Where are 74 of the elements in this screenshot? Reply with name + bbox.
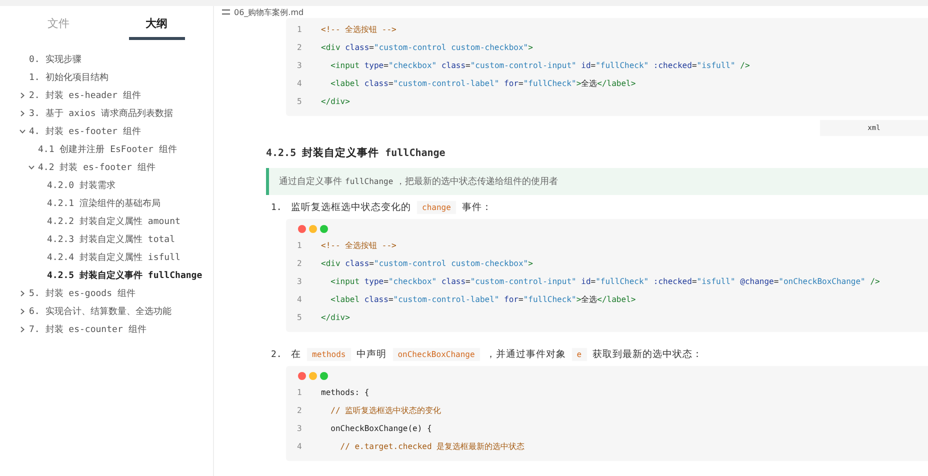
chevron-right-icon[interactable]: [19, 92, 27, 98]
outline-item[interactable]: 4.2.4 封装自定义属性 isfull: [45, 250, 180, 264]
line-number: 1: [296, 240, 303, 250]
outline-item[interactable]: 4.2.1 渲染组件的基础布局: [45, 196, 161, 210]
code-line: onCheckBoxChange(e) {: [330, 424, 432, 432]
outline-item[interactable]: 6. 实现合计、结算数量、全选功能: [27, 304, 172, 318]
code-line: </div>: [321, 312, 350, 322]
line-number: 4: [296, 442, 303, 450]
line-number: 5: [296, 96, 303, 106]
line-number: 3: [296, 60, 303, 70]
window-dots-icon: [298, 225, 328, 233]
chevron-down-icon[interactable]: [28, 164, 36, 170]
quote-text: 通过自定义事件: [279, 176, 342, 188]
outline-item[interactable]: 0. 实现步骤: [27, 52, 82, 66]
outline-item[interactable]: 5. 封装 es-goods 组件: [27, 286, 136, 300]
outline-item[interactable]: 4.2.2 封装自定义属性 amount: [45, 214, 180, 228]
line-number: 5: [296, 312, 303, 322]
inline-code: methods: [307, 348, 351, 361]
code-line: <label class="custom-control-label" for="fullCheck">全选</label>: [330, 294, 636, 304]
line-number: 3: [296, 424, 303, 432]
outline-item[interactable]: 4.2.3 封装自定义属性 total: [45, 232, 176, 246]
line-number: 2: [296, 258, 303, 268]
text: 获取到最新的选中状态：: [592, 348, 703, 361]
code-line: <!-- 全选按钮 -->: [321, 240, 396, 250]
chevron-right-icon[interactable]: [19, 326, 27, 332]
heading-number: 4.2.5: [266, 148, 296, 159]
chevron-right-icon[interactable]: [19, 110, 27, 116]
quote-code: fullChange: [344, 177, 394, 186]
outline-item[interactable]: 3. 基于 axios 请求商品列表数据: [27, 106, 174, 120]
code-line: <div class="custom-control custom-checkbox">: [321, 258, 533, 268]
quote-text: ，把最新的选中状态传递给组件的使用者: [396, 176, 558, 188]
list-number: 2.: [271, 350, 283, 360]
code-line: methods: {: [321, 388, 370, 396]
line-number: 3: [296, 276, 303, 286]
file-title: 06_购物车案例.md: [234, 6, 304, 18]
outline-item[interactable]: 4.2 封装 es-footer 组件: [36, 160, 156, 174]
outline-item[interactable]: 7. 封装 es-counter 组件: [27, 322, 146, 336]
text: 中声明: [356, 348, 387, 361]
code-line: <label class="custom-control-label" for="fullCheck">全选</label>: [330, 78, 636, 88]
chevron-right-icon[interactable]: [19, 308, 27, 314]
inline-code: onCheckBoxChange: [392, 348, 480, 361]
text: 事件：: [462, 201, 492, 214]
inline-code: change: [417, 201, 456, 214]
chevron-right-icon[interactable]: [19, 290, 27, 296]
outline-item[interactable]: 4.1 创建并注册 EsFooter 组件: [36, 142, 177, 156]
chevron-down-icon[interactable]: [19, 128, 27, 134]
inline-code: e: [572, 348, 587, 361]
outline-item[interactable]: 4.2.5 封装自定义事件 fullChange: [45, 268, 202, 282]
text: 监听复选框选中状态变化的: [291, 201, 411, 214]
line-number: 1: [296, 388, 303, 396]
code-line: <input type="checkbox" class="custom-control-input" id="fullCheck" :checked="isfull" />: [330, 60, 750, 70]
list-number: 1.: [271, 202, 283, 212]
line-number: 4: [296, 78, 303, 88]
outline-item[interactable]: 2. 封装 es-header 组件: [27, 88, 141, 102]
outline-item[interactable]: 4. 封装 es-footer 组件: [27, 124, 141, 138]
code-line: // e.target.checked 是复选框最新的选中状态: [339, 440, 525, 452]
window-dots-icon: [298, 372, 328, 380]
code-line: <input type="checkbox" class="custom-control-input" id="fullCheck" :checked="isfull" @change="onCheckBoxChange" />: [330, 276, 880, 286]
sidebar-tab[interactable]: 大纲: [128, 10, 184, 40]
code-line: // 监听复选框选中状态的变化: [330, 404, 442, 416]
text: 在: [291, 348, 301, 361]
outline-item[interactable]: 4.2.0 封装需求: [45, 178, 116, 192]
code-line: <!-- 全选按钮 -->: [321, 24, 396, 34]
heading-code: fullChange: [385, 148, 446, 159]
heading: 封装自定义事件: [302, 146, 380, 160]
outline-item[interactable]: 1. 初始化项目结构: [27, 70, 108, 84]
line-number: 1: [296, 24, 303, 34]
code-line: </div>: [321, 96, 350, 106]
line-number: 2: [296, 406, 303, 414]
line-number: 2: [296, 42, 303, 52]
menu-icon[interactable]: [222, 8, 230, 16]
text: ，并通过事件对象: [486, 348, 566, 361]
code-line: <div class="custom-control custom-checkbox">: [321, 42, 533, 52]
line-number: 4: [296, 294, 303, 304]
